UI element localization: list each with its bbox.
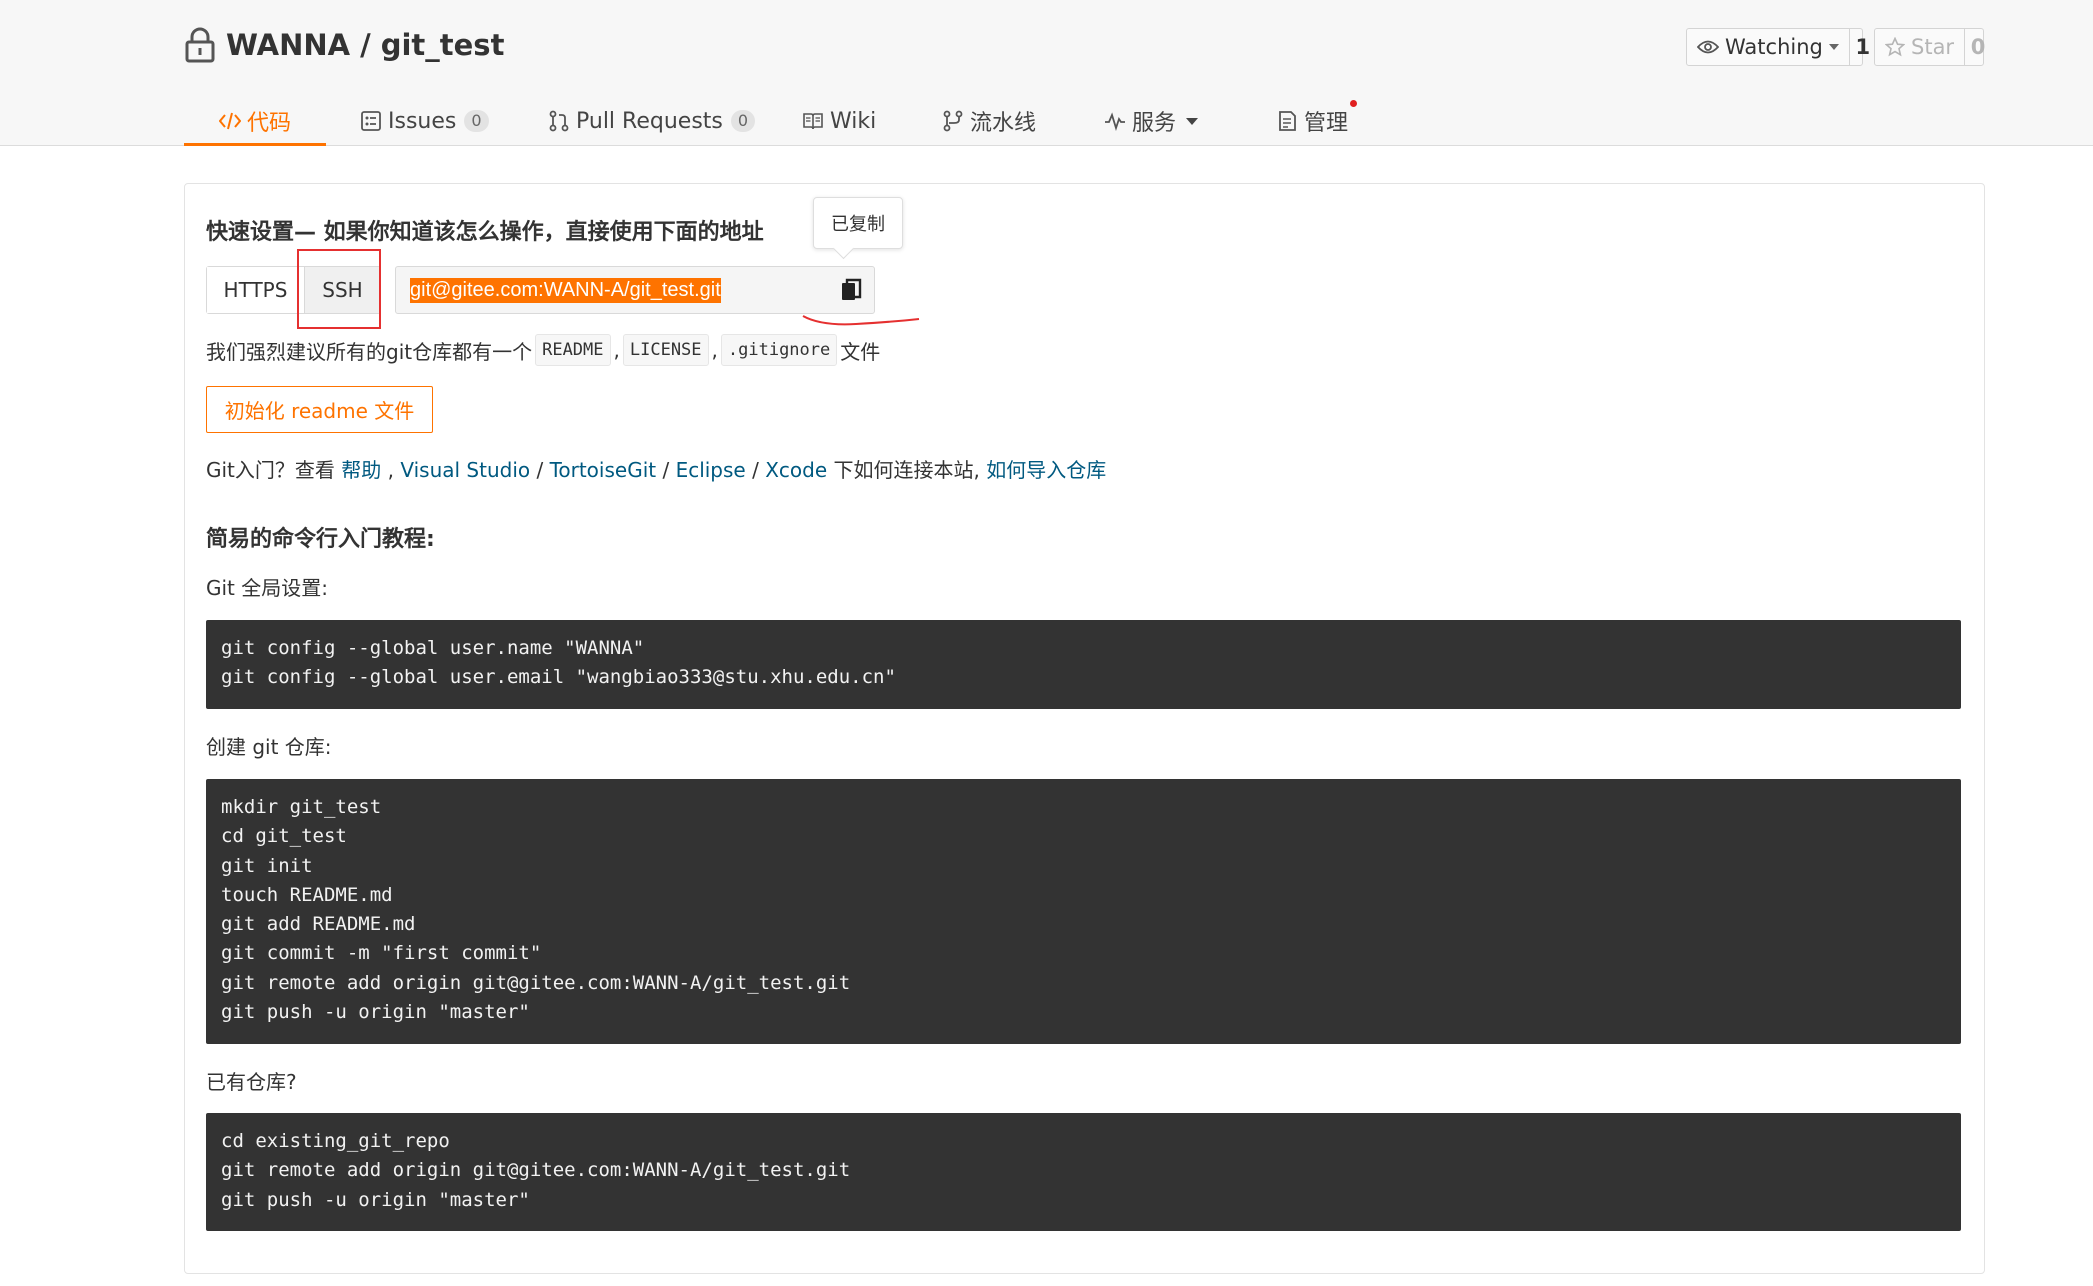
- recommend-prefix: 我们强烈建议所有的git仓库都有一个: [206, 339, 533, 364]
- chevron-down-icon: [1828, 44, 1839, 50]
- https-button[interactable]: HTTPS: [207, 267, 305, 313]
- watch-count[interactable]: 1: [1850, 29, 1876, 65]
- slash: /: [745, 458, 766, 482]
- global-setup-code: git config --global user.name "WANNA" gi…: [206, 620, 1961, 709]
- pull-requests-count-badge: 0: [730, 110, 756, 132]
- star-button[interactable]: Star: [1875, 29, 1966, 65]
- gitignore-code: .gitignore: [720, 334, 838, 366]
- recommend-files-text: 我们强烈建议所有的git仓库都有一个 README , LICENSE , .g…: [206, 334, 880, 366]
- star-button-group: Star 0: [1874, 28, 1985, 66]
- license-code: LICENSE: [622, 334, 709, 366]
- init-readme-button[interactable]: 初始化 readme 文件: [206, 386, 433, 433]
- repo-owner-link[interactable]: WANNA: [226, 28, 350, 62]
- tab-services[interactable]: 服务: [1104, 96, 1199, 146]
- watch-button[interactable]: Watching: [1687, 29, 1850, 65]
- recommend-suffix: 文件: [840, 339, 881, 364]
- repo-title: WANNA / git_test: [184, 22, 504, 68]
- pull-request-icon: [549, 110, 569, 132]
- existing-repo-code: cd existing_git_repo git remote add orig…: [206, 1113, 1961, 1231]
- star-icon: [1885, 37, 1905, 57]
- create-repo-code: mkdir git_test cd git_test git init touc…: [206, 779, 1961, 1044]
- clone-url-field[interactable]: git@gitee.com:WANN-A/git_test.git: [395, 266, 875, 314]
- pipeline-icon: [943, 110, 963, 132]
- star-count[interactable]: 0: [1965, 29, 1991, 65]
- tab-label: 流水线: [970, 111, 1037, 136]
- comma: ,: [613, 338, 620, 362]
- pulse-icon: [1105, 112, 1125, 131]
- quick-setup-panel: 快速设置— 如果你知道该怎么操作，直接使用下面的地址 已复制 HTTPS SSH…: [184, 183, 1985, 1274]
- tab-label: Wiki: [830, 108, 877, 134]
- tab-issues[interactable]: Issues 0: [360, 96, 489, 146]
- global-setup-label: Git 全局设置:: [206, 576, 328, 600]
- help-middle: 下如何连接本站,: [827, 458, 987, 482]
- tab-code[interactable]: 代码: [184, 96, 326, 146]
- help-text: Git入门？查看 帮助 , Visual Studio / TortoiseGi…: [206, 454, 1106, 483]
- repo-separator: /: [360, 28, 371, 62]
- xcode-link[interactable]: Xcode: [765, 458, 827, 482]
- copied-tooltip: 已复制: [813, 197, 903, 249]
- import-repo-link[interactable]: 如何导入仓库: [986, 458, 1106, 482]
- cli-tutorial-title: 简易的命令行入门教程:: [206, 527, 435, 552]
- tab-pipeline[interactable]: 流水线: [942, 96, 1036, 146]
- watch-label: Watching: [1725, 35, 1823, 59]
- code-icon: [218, 112, 241, 130]
- existing-repo-label: 已有仓库?: [206, 1070, 297, 1094]
- chevron-down-icon: [1186, 117, 1199, 125]
- tab-label: Issues: [388, 108, 457, 134]
- notification-dot: [1350, 100, 1358, 107]
- lock-icon: [185, 27, 215, 63]
- help-link[interactable]: 帮助: [341, 458, 381, 482]
- book-icon: [803, 113, 823, 130]
- issues-count-badge: 0: [464, 110, 489, 132]
- manage-icon: [1279, 111, 1296, 131]
- tab-label: Pull Requests: [576, 108, 723, 134]
- watch-button-group: Watching 1: [1686, 28, 1870, 66]
- repo-header: WANNA / git_test Watching 1 Star 0 代码 Is…: [0, 0, 2093, 146]
- tab-label: 管理: [1304, 111, 1349, 136]
- tab-pull-requests[interactable]: Pull Requests 0: [548, 96, 756, 146]
- issues-icon: [361, 111, 381, 131]
- copy-icon[interactable]: [840, 278, 862, 302]
- slash: /: [530, 458, 550, 482]
- help-prefix: Git入门？查看: [206, 458, 342, 482]
- tab-wiki[interactable]: Wiki: [802, 96, 876, 146]
- eclipse-link[interactable]: Eclipse: [676, 458, 746, 482]
- annotation-underline: [802, 315, 920, 326]
- create-repo-label: 创建 git 仓库:: [206, 735, 332, 759]
- comma: ,: [711, 338, 718, 362]
- quick-setup-title: 快速设置— 如果你知道该怎么操作，直接使用下面的地址: [206, 220, 764, 245]
- slash: /: [656, 458, 676, 482]
- readme-code: README: [535, 334, 611, 366]
- visual-studio-link[interactable]: Visual Studio: [400, 458, 530, 482]
- comma: ,: [381, 458, 401, 482]
- ssh-button[interactable]: SSH: [305, 267, 380, 313]
- eye-icon: [1697, 40, 1719, 54]
- clone-url-text: git@gitee.com:WANN-A/git_test.git: [410, 277, 721, 303]
- tab-manage[interactable]: 管理: [1276, 96, 1358, 146]
- repo-name-link[interactable]: git_test: [381, 28, 505, 62]
- tortoisegit-link[interactable]: TortoiseGit: [550, 458, 657, 482]
- protocol-switch: HTTPS SSH: [206, 266, 381, 314]
- tab-label: 服务: [1132, 111, 1177, 136]
- star-label: Star: [1911, 35, 1955, 59]
- tab-label: 代码: [246, 111, 291, 136]
